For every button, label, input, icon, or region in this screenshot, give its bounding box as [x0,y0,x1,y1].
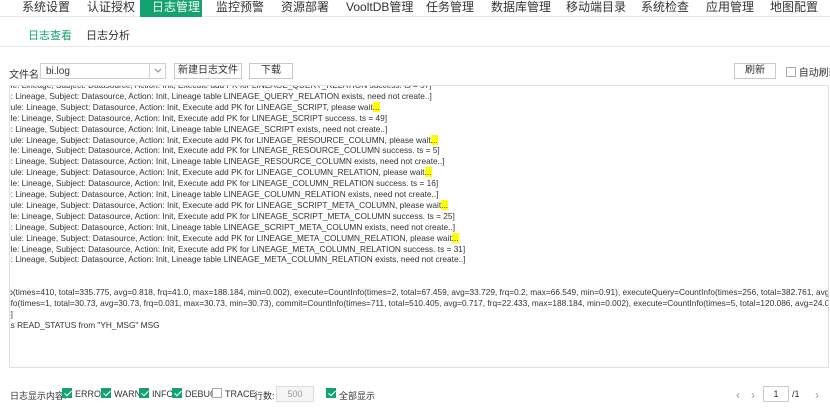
log-line: dule: Lineage, Subject: Datasource, Acti… [9,101,380,112]
log-viewer[interactable]: ule: Lineage, Subject: Datasource, Actio… [9,85,829,368]
last-page-icon[interactable]: › [815,388,819,402]
page-number-input[interactable]: 1 [763,386,789,402]
level-trace-checkbox[interactable] [212,388,222,398]
nav-tab-database[interactable]: 数据库管理 [491,0,551,17]
tab-log-analysis[interactable]: 日志分析 [86,27,130,43]
log-line: e: Lineage, Subject: Datasource, Action:… [9,156,445,167]
show-all-checkbox[interactable] [326,388,336,398]
rows-label: 行数: [254,391,275,401]
auto-refresh-checkbox[interactable] [786,67,796,77]
new-log-file-button[interactable]: 新建日志文件 [174,63,242,79]
next-page-icon[interactable]: › [751,388,755,402]
top-nav: 系统设置 认证授权 日志管理 监控预警 资源部署 VooltDB管理 任务管理 … [0,0,830,17]
nav-tab-task[interactable]: 任务管理 [426,0,474,17]
nav-tab-system-check[interactable]: 系统检查 [641,0,689,17]
download-button[interactable]: 下载 [249,63,293,79]
log-line: as READ_STATUS from "YH_MSG" MSG [9,319,160,330]
nav-tab-app[interactable]: 应用管理 [706,0,754,17]
level-trace-label: TRACE [225,389,256,399]
nav-tab-monitoring[interactable]: 监控预警 [216,0,264,17]
log-line: e: Lineage, Subject: Datasource, Action:… [9,254,466,265]
file-select[interactable]: bi.log [40,63,166,79]
log-line: e: Lineage, Subject: Datasource, Action:… [9,123,388,134]
log-highlight: ... [430,134,438,145]
log-line: e: Lineage, Subject: Datasource, Action:… [9,189,439,199]
log-highlight: ... [424,167,432,178]
nav-tab-auth[interactable]: 认证授权 [87,0,135,17]
log-line: ule: Lineage, Subject: Datasource, Actio… [9,145,440,156]
log-highlight: ... [372,101,380,112]
log-line: ule: Lineage, Subject: Datasource, Actio… [9,112,388,123]
refresh-button[interactable]: 刷新 [734,63,776,79]
file-select-value: bi.log [46,66,70,77]
log-line: e: Lineage, Subject: Datasource, Action:… [9,221,456,232]
log-line: dule: Lineage, Subject: Datasource, Acti… [9,167,432,178]
auto-refresh-toggle[interactable]: 自动刷新 [786,64,830,79]
nav-tab-resource-deploy[interactable]: 资源部署 [281,0,329,17]
auto-refresh-label: 自动刷新 [798,68,830,79]
file-name-label: 文件名: [9,70,42,81]
nav-tab-system-settings[interactable]: 系统设置 [22,0,70,17]
sub-tabs: 日志查看 日志分析 [0,17,830,47]
nav-tab-map[interactable]: 地图配置 [770,0,818,17]
log-line: dule: Lineage, Subject: Datasource, Acti… [9,199,449,210]
log-footer: 日志显示内容: ERROR WARN INFO DEBUG TRACE 行数: … [0,385,830,405]
level-debug-checkbox[interactable] [172,388,182,398]
log-line: dule: Lineage, Subject: Datasource, Acti… [9,134,438,145]
page-total: /1 [792,389,800,399]
level-info-checkbox[interactable] [139,388,149,398]
log-highlight: ... [451,232,459,243]
log-line: dule: Lineage, Subject: Datasource, Acti… [9,232,459,243]
nav-tab-log-management[interactable]: 日志管理 [140,0,202,17]
log-line: ule: Lineage, Subject: Datasource, Actio… [9,178,439,189]
nav-tab-vooltdb[interactable]: VooltDB管理 [346,0,413,17]
level-warn-label: WARN [114,389,142,399]
log-line: ule: Lineage, Subject: Datasource, Actio… [9,243,466,254]
level-info-label: INFO [152,389,174,399]
log-highlight: ... [441,199,449,210]
log-line: ule: Lineage, Subject: Datasource, Actio… [9,210,455,221]
chevron-down-icon[interactable] [149,64,165,78]
log-line: 3] [10,308,13,319]
prev-page-icon[interactable]: ‹ [736,388,740,402]
log-line: nfo(times=1, total=30.73, avg=30.73, frq… [9,298,829,308]
log-line: e: Lineage, Subject: Datasource, Action:… [9,90,432,101]
level-error-checkbox[interactable] [62,388,72,398]
tab-log-view[interactable]: 日志查看 [28,27,72,43]
rows-input[interactable]: 500 [276,386,314,402]
log-line: fo(times=410, total=335.775, avg=0.818, … [9,287,829,298]
nav-tab-mobile[interactable]: 移动端目录 [566,0,626,17]
level-warn-checkbox[interactable] [101,388,111,398]
show-all-label: 全部显示 [339,391,376,401]
display-content-label: 日志显示内容: [10,391,67,401]
